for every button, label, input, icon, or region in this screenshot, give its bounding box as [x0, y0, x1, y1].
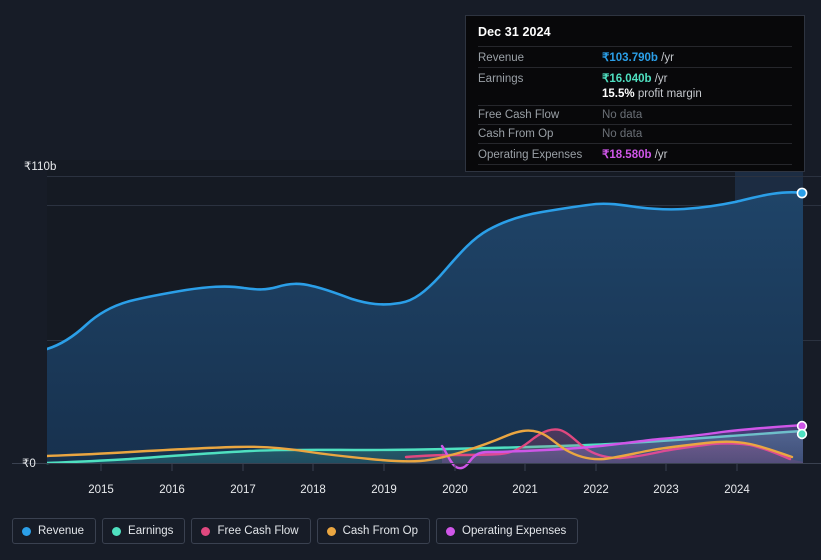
tooltip-profit-margin-text: profit margin [637, 88, 702, 100]
tooltip-unit-revenue: /yr [661, 52, 674, 64]
x-tick-2020: 2020 [442, 484, 468, 496]
tooltip-label-cash-from-op: Cash From Op [478, 128, 554, 140]
tooltip-amount-operating-expenses: ₹18.580b [602, 149, 652, 161]
legend-label-free-cash-flow: Free Cash Flow [217, 525, 299, 537]
tooltip-value-operating-expenses: ₹18.580b /yr [602, 147, 668, 161]
tooltip-label-operating-expenses: Operating Expenses [478, 149, 583, 161]
tooltip-row-cash-from-op: Cash From Op No data [478, 124, 792, 143]
tooltip-bottom-rule [478, 164, 792, 165]
legend-label-cash-from-op: Cash From Op [342, 525, 419, 537]
tooltip-row-earnings: Earnings ₹16.040b /yr [478, 67, 792, 88]
legend-dot-operating-expenses-icon [446, 526, 456, 536]
chart-page: ₹110b ₹0 2015 2016 2017 2018 2019 2020 2… [0, 0, 821, 560]
tooltip-amount-earnings: ₹16.040b [602, 73, 652, 85]
tooltip-value-profit-margin: 15.5% profit margin [602, 88, 702, 100]
tooltip-value-earnings: ₹16.040b /yr [602, 71, 668, 85]
x-tick-2019: 2019 [371, 484, 397, 496]
x-tick-2021: 2021 [512, 484, 538, 496]
x-tick-2017: 2017 [230, 484, 256, 496]
legend-dot-cash-from-op-icon [326, 526, 336, 536]
tooltip-value-cash-from-op: No data [602, 128, 643, 140]
left-gutter-mask [0, 160, 47, 463]
legend-dot-free-cash-flow-icon [201, 526, 211, 536]
marker-revenue [796, 187, 808, 199]
legend-dot-earnings-icon [112, 526, 122, 536]
legend-item-revenue[interactable]: Revenue [12, 518, 97, 544]
x-axis-ticks [100, 463, 738, 471]
x-tick-2022: 2022 [583, 484, 609, 496]
legend-item-operating-expenses[interactable]: Operating Expenses [436, 518, 579, 544]
tooltip-value-revenue: ₹103.790b /yr [602, 50, 674, 64]
tooltip-row-free-cash-flow: Free Cash Flow No data [478, 105, 792, 124]
x-tick-2023: 2023 [653, 484, 679, 496]
tooltip-label-revenue: Revenue [478, 52, 525, 64]
tooltip-row-profit-margin: 15.5% profit margin [478, 88, 792, 105]
chart-legend: Revenue Earnings Free Cash Flow Cash Fro… [12, 518, 579, 544]
tooltip-date: Dec 31 2024 [478, 25, 551, 39]
legend-label-revenue: Revenue [38, 525, 85, 537]
tooltip-row-revenue: Revenue ₹103.790b /yr [478, 46, 792, 67]
tooltip-label-earnings: Earnings [478, 73, 524, 85]
legend-label-operating-expenses: Operating Expenses [462, 525, 567, 537]
x-tick-2018: 2018 [300, 484, 326, 496]
legend-item-earnings[interactable]: Earnings [102, 518, 186, 544]
tooltip-profit-margin-pct: 15.5% [602, 88, 635, 100]
tooltip-unit-operating-expenses: /yr [654, 149, 668, 161]
marker-earnings [796, 428, 808, 440]
tooltip-value-free-cash-flow: No data [602, 109, 643, 121]
chart-tooltip: Dec 31 2024 Revenue ₹103.790b /yr Earnin… [465, 15, 805, 172]
x-tick-2016: 2016 [159, 484, 185, 496]
tooltip-label-free-cash-flow: Free Cash Flow [478, 109, 560, 121]
tooltip-unit-earnings: /yr [654, 73, 668, 85]
tooltip-row-operating-expenses: Operating Expenses ₹18.580b /yr [478, 143, 792, 164]
legend-item-free-cash-flow[interactable]: Free Cash Flow [191, 518, 311, 544]
tooltip-amount-revenue: ₹103.790b [602, 52, 658, 64]
legend-item-cash-from-op[interactable]: Cash From Op [316, 518, 431, 544]
legend-label-earnings: Earnings [128, 525, 174, 537]
x-tick-2015: 2015 [88, 484, 114, 496]
x-tick-2024: 2024 [724, 484, 750, 496]
legend-dot-revenue-icon [22, 526, 31, 536]
